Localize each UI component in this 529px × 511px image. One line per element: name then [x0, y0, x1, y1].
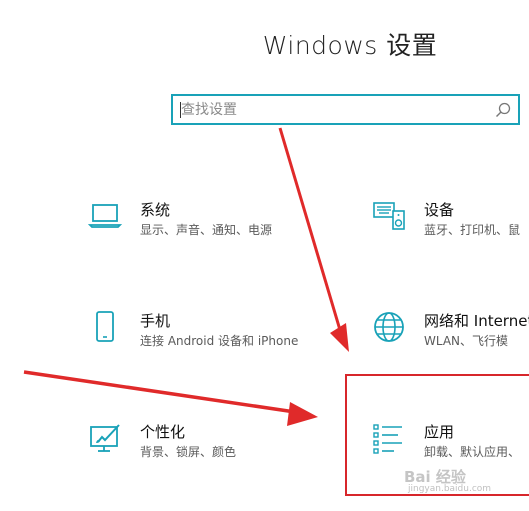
tile-devices[interactable]: 设备 蓝牙、打印机、鼠 [372, 199, 529, 239]
search-box[interactable] [171, 94, 520, 125]
tile-name: 网络和 Internet [424, 312, 529, 330]
tile-network[interactable]: 网络和 Internet WLAN、飞行模 [372, 310, 529, 350]
page-title: Windows 设置 [262, 31, 438, 60]
tile-phone[interactable]: 手机 连接 Android 设备和 iPhone [88, 310, 348, 350]
annotation-arrow-right [23, 370, 318, 426]
tile-description: 显示、声音、通知、电源 [140, 223, 273, 237]
tile-description: 背景、锁屏、颜色 [140, 445, 237, 459]
tile-description: 连接 Android 设备和 iPhone [140, 334, 299, 348]
tile-name: 系统 [140, 201, 171, 219]
tile-description: WLAN、飞行模 [424, 334, 509, 348]
watermark-url: jingyan.baidu.com [408, 484, 492, 494]
search-icon[interactable] [494, 101, 512, 119]
search-input[interactable] [181, 96, 481, 123]
tile-description: 蓝牙、打印机、鼠 [424, 223, 521, 237]
tile-name: 个性化 [140, 423, 186, 441]
tile-name: 手机 [140, 312, 171, 330]
paint-icon [90, 424, 120, 452]
tile-name: 设备 [424, 201, 455, 219]
tile-system[interactable]: 系统 显示、声音、通知、电源 [88, 199, 338, 239]
laptop-icon [88, 204, 122, 228]
globe-icon [374, 312, 404, 342]
phone-icon [96, 311, 114, 342]
tile-personalization[interactable]: 个性化 背景、锁屏、颜色 [88, 421, 338, 461]
keyboard-device-icon [373, 202, 405, 230]
